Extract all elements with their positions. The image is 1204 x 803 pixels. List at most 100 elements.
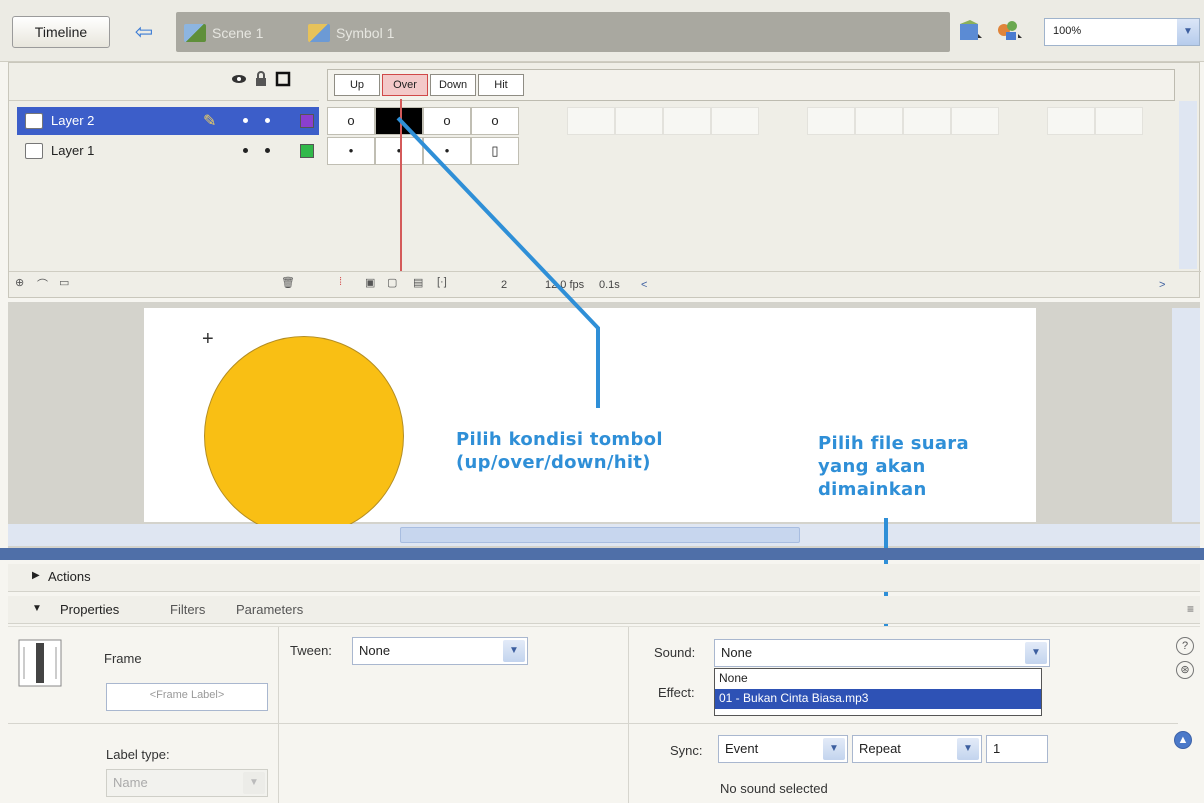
current-frame: 2 [501, 279, 508, 291]
sound-option-mp3[interactable]: 01 - Bukan Cinta Biasa.mp3 [715, 689, 1041, 709]
chevron-down-icon[interactable]: ▼ [1177, 19, 1199, 45]
edit-multiple-frames-icon[interactable]: ▤ [413, 276, 429, 292]
tab-properties[interactable]: Properties [60, 602, 119, 617]
frame-cell[interactable]: o [423, 107, 471, 135]
frame-cell[interactable] [855, 107, 903, 135]
layers-header [9, 63, 319, 101]
frame-cell[interactable] [903, 107, 951, 135]
frame-cell[interactable] [615, 107, 663, 135]
tab-filters[interactable]: Filters [170, 602, 205, 617]
layer-row[interactable]: Layer 2 ✎ [17, 107, 319, 135]
expand-panel-icon[interactable]: ▲ [1174, 731, 1192, 749]
accessibility-icon[interactable]: ⊛ [1176, 661, 1194, 679]
stage-vertical-scrollbar[interactable] [1172, 308, 1200, 522]
actions-panel-header[interactable]: ▶ Actions [8, 564, 1200, 592]
chevron-down-icon[interactable]: ▼ [823, 738, 845, 760]
frame-tab-down[interactable]: Down [430, 74, 476, 96]
frame-cell[interactable]: ▯ [471, 137, 519, 165]
edit-scene-icon[interactable] [958, 18, 984, 44]
visibility-dot-icon[interactable] [243, 118, 248, 123]
scroll-left-icon[interactable]: < [641, 276, 647, 294]
yellow-circle-shape[interactable] [204, 336, 404, 524]
sync-value: Event [725, 741, 759, 756]
actions-label: Actions [48, 569, 91, 584]
chevron-down-icon[interactable]: ▼ [503, 640, 525, 662]
panel-splitter[interactable] [0, 548, 1204, 560]
panel-menu-icon[interactable]: ≡ [1187, 602, 1194, 616]
edit-symbol-icon[interactable] [996, 18, 1024, 44]
zoom-select[interactable]: 100% ▼ [1044, 18, 1200, 46]
frame-cell[interactable]: • [423, 137, 471, 165]
layer-name: Layer 2 [51, 113, 95, 128]
chevron-down-icon[interactable]: ▼ [957, 738, 979, 760]
frame-cell[interactable] [663, 107, 711, 135]
trash-icon[interactable]: 🗑 [281, 276, 297, 292]
frame-cell-selected[interactable] [375, 107, 423, 135]
frame-cell[interactable]: • [327, 137, 375, 165]
insert-folder-icon[interactable]: ▭ [59, 276, 75, 292]
modify-onion-markers-icon[interactable]: [·] [437, 276, 453, 292]
outline-icon[interactable] [275, 71, 291, 87]
frame-tab-over[interactable]: Over [382, 74, 428, 96]
sound-dropdown-list[interactable]: None 01 - Bukan Cinta Biasa.mp3 [714, 668, 1042, 716]
frame-cell[interactable] [1047, 107, 1095, 135]
eye-icon[interactable] [231, 71, 247, 87]
sound-status: No sound selected [720, 781, 828, 796]
back-arrow-icon[interactable]: ⇦ [128, 18, 160, 46]
timeline-vertical-scrollbar[interactable] [1179, 101, 1197, 269]
sound-value: None [721, 645, 753, 660]
lock-dot-icon[interactable] [265, 148, 270, 153]
scroll-right-icon[interactable]: > [1159, 276, 1165, 294]
frame-cell[interactable] [951, 107, 999, 135]
onion-skin-icon[interactable]: ▣ [365, 276, 381, 292]
lock-dot-icon[interactable] [265, 118, 270, 123]
layer-color-swatch[interactable] [300, 114, 314, 128]
layer-icon [25, 113, 43, 129]
breadcrumb-symbol[interactable]: Symbol 1 [308, 21, 394, 45]
layer-icon [25, 143, 43, 159]
frame-cell[interactable] [711, 107, 759, 135]
frame-cell[interactable] [567, 107, 615, 135]
lock-icon[interactable] [253, 71, 269, 87]
layer-row[interactable]: Layer 1 [17, 137, 319, 165]
chevron-down-icon[interactable]: ▼ [1025, 642, 1047, 664]
stage-horizontal-scrollbar[interactable] [8, 524, 1200, 546]
expand-arrow-icon[interactable]: ▶ [32, 570, 40, 581]
layer-color-swatch[interactable] [300, 144, 314, 158]
tween-select[interactable]: None ▼ [352, 637, 528, 665]
frame-tab-hit[interactable]: Hit [478, 74, 524, 96]
repeat-count-input[interactable]: 1 [986, 735, 1048, 763]
sync-select[interactable]: Event ▼ [718, 735, 848, 763]
frame-title: Frame [104, 651, 142, 666]
sound-select[interactable]: None ▼ [714, 639, 1050, 667]
edit-bar: Timeline ⇦ Scene 1 Symbol 1 100% ▼ [0, 0, 1204, 62]
tween-label: Tween: [290, 643, 332, 658]
help-icon[interactable]: ? [1176, 637, 1194, 655]
frame-cell[interactable] [1095, 107, 1143, 135]
frame-cell[interactable]: o [327, 107, 375, 135]
visibility-dot-icon[interactable] [243, 148, 248, 153]
collapse-arrow-icon[interactable]: ▼ [32, 603, 42, 614]
frame-icon [18, 639, 62, 687]
frame-cell[interactable] [807, 107, 855, 135]
onion-outline-icon[interactable]: ▢ [387, 276, 403, 292]
playhead[interactable] [400, 99, 402, 271]
timeline-button[interactable]: Timeline [12, 16, 110, 48]
breadcrumb-scene[interactable]: Scene 1 [184, 21, 263, 45]
repeat-select[interactable]: Repeat ▼ [852, 735, 982, 763]
breadcrumb: Scene 1 Symbol 1 [176, 12, 950, 52]
effect-label: Effect: [658, 685, 695, 700]
frame-label-input[interactable]: <Frame Label> [106, 683, 268, 711]
frame-cell[interactable]: • [375, 137, 423, 165]
scrollbar-thumb[interactable] [400, 527, 800, 543]
center-frame-icon[interactable]: ⁞ [339, 276, 355, 292]
frame-cell[interactable]: o [471, 107, 519, 135]
tab-parameters[interactable]: Parameters [236, 602, 303, 617]
pencil-icon: ✎ [203, 113, 217, 130]
frame-tab-up[interactable]: Up [334, 74, 380, 96]
sound-option-none[interactable]: None [715, 669, 1041, 689]
insert-layer-icon[interactable]: ⊕ [15, 276, 31, 292]
add-motion-guide-icon[interactable]: ⌒ [37, 276, 53, 292]
layer-name: Layer 1 [51, 143, 95, 158]
sync-label: Sync: [670, 743, 703, 758]
